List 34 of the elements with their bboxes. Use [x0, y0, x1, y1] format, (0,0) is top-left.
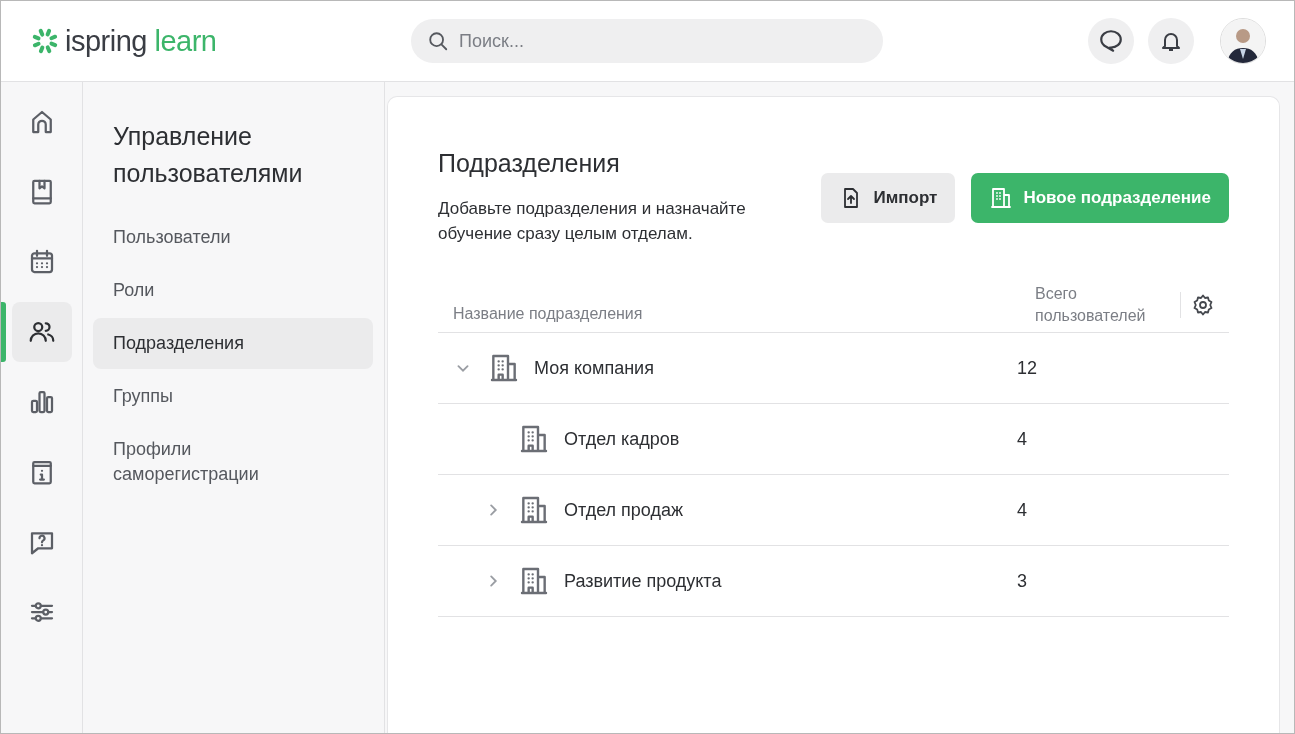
building-icon — [518, 494, 550, 526]
settings-icon[interactable] — [1191, 293, 1215, 317]
sidebar-item[interactable]: Подразделения — [93, 318, 373, 369]
building-icon — [518, 423, 550, 455]
users-nav-button[interactable] — [11, 302, 72, 362]
logo-text: ispring learn — [65, 24, 217, 58]
building-icon — [989, 186, 1014, 210]
column-header: Название подразделения — [453, 305, 644, 323]
page-title: Подразделения — [438, 149, 621, 178]
search-field[interactable]: Поиск... — [411, 19, 883, 63]
avatar[interactable] — [1220, 18, 1266, 64]
column-header: Всего пользователей — [1035, 284, 1147, 326]
page-description: Добавьте подразделения и назначайте обучение сразу целым отделам. — [438, 198, 747, 245]
logo-icon — [31, 27, 59, 55]
user-count: 3 — [1017, 570, 1028, 592]
department-name[interactable]: Отдел кадров — [564, 428, 680, 450]
speech-bubble-icon — [1098, 28, 1124, 54]
user-count: 4 — [1017, 499, 1028, 521]
sidebar-item[interactable]: Роли — [93, 265, 373, 316]
department-name[interactable]: Моя компания — [534, 357, 654, 379]
department-name[interactable]: Отдел продаж — [564, 499, 683, 521]
search-icon — [427, 30, 449, 52]
sidebar-item[interactable]: Группы — [93, 371, 373, 422]
user-count: 12 — [1017, 357, 1039, 379]
building-icon — [488, 352, 520, 384]
notifications-button[interactable] — [1148, 18, 1194, 64]
section-title: Управление пользователями — [113, 121, 304, 189]
sidebar-item[interactable]: Пользователи — [93, 212, 373, 263]
chat-button[interactable] — [1088, 18, 1134, 64]
building-icon — [518, 565, 550, 597]
user-count: 4 — [1017, 428, 1028, 450]
sidebar-item[interactable]: Профили саморегистрации — [93, 424, 373, 500]
department-name[interactable]: Развитие продукта — [564, 570, 722, 592]
import-button[interactable]: Импорт — [821, 173, 956, 223]
